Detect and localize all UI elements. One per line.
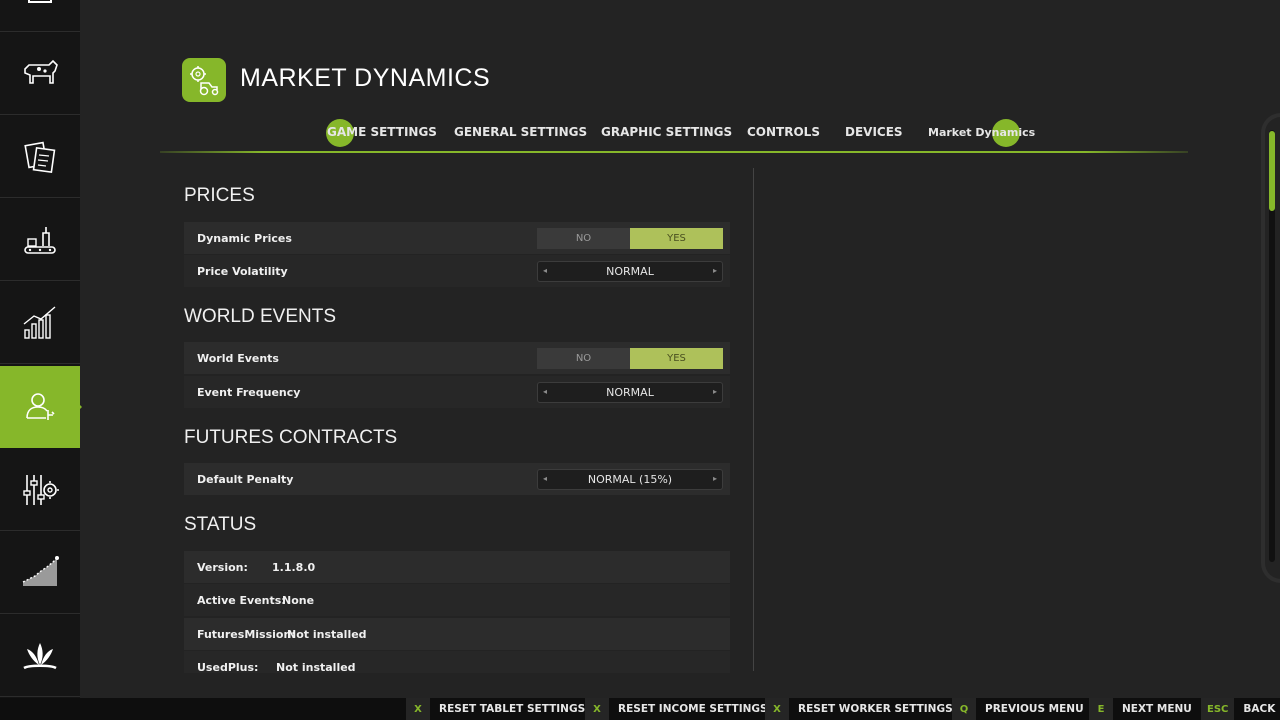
setting-label: Dynamic Prices — [197, 231, 292, 245]
status-row-version: Version: 1.1.8.0 — [184, 551, 730, 583]
sidebar-item-crops[interactable] — [0, 615, 80, 697]
hint-label: RESET TABLET SETTINGS — [439, 703, 586, 715]
arrow-right-icon[interactable]: ▸ — [713, 474, 717, 483]
reset-income-settings-button[interactable]: X RESET INCOME SETTINGS — [585, 698, 768, 720]
key-hint: X — [585, 698, 609, 720]
app-logo — [182, 58, 226, 102]
scrollbar-thumb[interactable] — [1269, 131, 1275, 211]
sidebar-item-animals[interactable] — [0, 33, 80, 115]
status-row-active-events: Active Events: None — [184, 584, 730, 616]
setting-row-world-events: World Events NO YES — [184, 342, 730, 374]
sidebar-item-production[interactable] — [0, 199, 80, 281]
hint-label: BACK — [1243, 703, 1276, 715]
tab-graphic-settings[interactable]: GRAPHIC SETTINGS — [601, 125, 732, 139]
panel-divider — [753, 168, 754, 671]
section-title-futures-contracts: FUTURES CONTRACTS — [184, 427, 398, 448]
building-icon — [28, 0, 52, 3]
sidebar-item-contracts[interactable] — [0, 116, 80, 198]
status-label: UsedPlus: — [197, 661, 259, 673]
cow-icon — [24, 59, 58, 84]
status-label: FuturesMission: — [197, 627, 296, 641]
sidebar-item-settings[interactable] — [0, 449, 80, 531]
setting-label: Default Penalty — [197, 472, 294, 486]
reset-tablet-settings-button[interactable]: X RESET TABLET SETTINGS — [406, 698, 585, 720]
sidebar-item-workers[interactable] — [0, 366, 82, 448]
selector-value: NORMAL (15%) — [587, 473, 673, 486]
selector-value: NORMAL — [606, 386, 654, 399]
production-icon — [24, 226, 56, 254]
tab-controls[interactable]: CONTROLS — [747, 125, 820, 139]
section-title-status: STATUS — [184, 514, 257, 535]
setting-label: Event Frequency — [197, 385, 301, 399]
dynamic-prices-toggle: NO YES — [537, 228, 723, 249]
sidebar-item-statistics[interactable] — [0, 282, 80, 364]
sidebar-item-buildings[interactable] — [0, 0, 80, 32]
toggle-option-no[interactable]: NO — [537, 228, 630, 249]
setting-row-dynamic-prices: Dynamic Prices NO YES — [184, 222, 730, 254]
setting-row-price-volatility: Price Volatility ◂ NORMAL ▸ — [184, 255, 730, 287]
setting-label: Price Volatility — [197, 264, 288, 278]
tab-market-dynamics[interactable]: Market Dynamics — [928, 126, 1035, 139]
hint-label: NEXT MENU — [1122, 703, 1192, 715]
statistics-icon — [23, 305, 56, 339]
toggle-option-yes[interactable]: YES — [630, 348, 723, 369]
status-label: Version: — [197, 560, 248, 574]
section-title-world-events: WORLD EVENTS — [184, 306, 337, 327]
price-volatility-selector[interactable]: ◂ NORMAL ▸ — [537, 261, 723, 282]
key-hint: Q — [952, 698, 976, 720]
hint-label: PREVIOUS MENU — [985, 703, 1084, 715]
hint-label: RESET WORKER SETTINGS — [798, 703, 953, 715]
crop-icon — [23, 642, 57, 669]
arrow-right-icon[interactable]: ▸ — [713, 387, 717, 396]
documents-icon — [24, 141, 56, 173]
toggle-option-no[interactable]: NO — [537, 348, 630, 369]
status-row-used-plus: UsedPlus: Not installed — [184, 651, 730, 673]
previous-menu-button[interactable]: Q PREVIOUS MENU — [952, 698, 1084, 720]
event-frequency-selector[interactable]: ◂ NORMAL ▸ — [537, 382, 723, 403]
selector-value: NORMAL — [606, 265, 654, 278]
page-title: MARKET DYNAMICS — [240, 64, 491, 92]
back-button[interactable]: ESC BACK — [1201, 698, 1275, 720]
world-events-toggle: NO YES — [537, 348, 723, 369]
tab-game-settings[interactable]: GAME SETTINGS — [327, 125, 437, 139]
tab-bar: GAME SETTINGS GENERAL SETTINGS GRAPHIC S… — [160, 118, 1190, 152]
setting-row-event-frequency: Event Frequency ◂ NORMAL ▸ — [184, 376, 730, 408]
section-title-prices: PRICES — [184, 185, 255, 206]
status-row-futures-mission: FuturesMission: Not installed — [184, 618, 730, 650]
setting-label: World Events — [197, 351, 279, 365]
hint-label: RESET INCOME SETTINGS — [618, 703, 768, 715]
tab-devices[interactable]: DEVICES — [845, 125, 903, 139]
sidebar — [0, 0, 82, 698]
arrow-left-icon[interactable]: ◂ — [543, 266, 547, 275]
reset-worker-settings-button[interactable]: X RESET WORKER SETTINGS — [765, 698, 953, 720]
settings-sliders-icon — [23, 474, 59, 505]
worker-icon — [26, 393, 55, 420]
arrow-left-icon[interactable]: ◂ — [543, 474, 547, 483]
status-value: Not installed — [276, 661, 356, 673]
tab-general-settings[interactable]: GENERAL SETTINGS — [454, 125, 587, 139]
status-value: 1.1.8.0 — [272, 560, 316, 574]
status-value: None — [282, 593, 315, 607]
tab-underline — [160, 151, 1188, 153]
key-hint: X — [765, 698, 789, 720]
default-penalty-selector[interactable]: ◂ NORMAL (15%) ▸ — [537, 469, 723, 490]
toggle-option-yes[interactable]: YES — [630, 228, 723, 249]
growth-chart-icon — [22, 555, 59, 586]
key-hint: X — [406, 698, 430, 720]
key-hint: E — [1089, 698, 1113, 720]
arrow-right-icon[interactable]: ▸ — [713, 266, 717, 275]
status-value: Not installed — [287, 627, 367, 641]
tractor-gears-icon — [190, 66, 219, 96]
key-hint: ESC — [1201, 698, 1235, 720]
bottom-input-bar: X RESET TABLET SETTINGS X RESET INCOME S… — [0, 698, 1280, 720]
next-menu-button[interactable]: E NEXT MENU — [1089, 698, 1192, 720]
status-label: Active Events: — [197, 593, 286, 607]
setting-row-default-penalty: Default Penalty ◂ NORMAL (15%) ▸ — [184, 463, 730, 495]
arrow-left-icon[interactable]: ◂ — [543, 387, 547, 396]
sidebar-item-finances[interactable] — [0, 532, 80, 614]
